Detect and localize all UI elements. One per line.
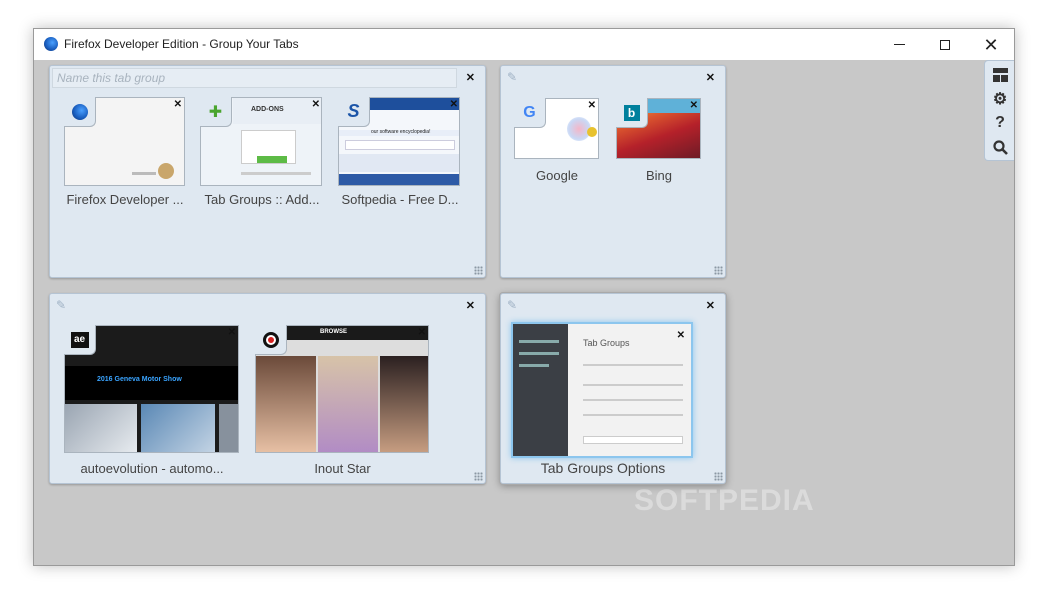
tab-item[interactable]: ADD-ONS ✚ ✕ Tab Groups :: Add... <box>200 97 324 212</box>
tab-close-icon[interactable]: ✕ <box>174 99 182 110</box>
minimize-button[interactable] <box>876 29 922 60</box>
softpedia-icon: S <box>338 97 370 127</box>
firefox-icon <box>64 97 96 127</box>
tab-item[interactable]: ✕ Firefox Developer ... <box>64 97 186 212</box>
tab-close-icon[interactable]: ✕ <box>690 100 698 111</box>
inoutstar-icon <box>255 325 287 355</box>
group-resize-handle[interactable] <box>714 266 723 275</box>
autoevolution-headline: 2016 Geneva Motor Show <box>97 376 182 383</box>
tab-item[interactable]: G ✕ Google <box>514 98 600 188</box>
tab-item[interactable]: 2016 Geneva Motor Show ae ✕ autoevolutio… <box>64 325 240 480</box>
close-icon: ✕ <box>983 34 999 55</box>
tab-item[interactable]: b ✕ Bing <box>616 98 702 188</box>
close-button[interactable]: ✕ <box>968 29 1014 60</box>
search-icon[interactable] <box>992 139 1008 155</box>
group-close-icon[interactable]: ✕ <box>466 299 475 312</box>
side-toolbar: ⚙ ? <box>984 60 1014 161</box>
tab-label: Softpedia - Free D... <box>341 192 459 207</box>
tab-item[interactable]: Tab Groups ✕ Tab Groups Options <box>511 322 695 477</box>
gear-icon[interactable]: ⚙ <box>992 91 1008 108</box>
tab-group[interactable]: ✎ ✕ 2016 Geneva Motor Show ae ✕ autoevol… <box>49 293 486 484</box>
maximize-button[interactable] <box>922 29 968 60</box>
groups-icon[interactable] <box>992 67 1008 83</box>
tab-group[interactable]: ✎ ✕ Tab Groups ✕ Tab Groups Options <box>500 293 726 484</box>
group-close-icon[interactable]: ✕ <box>466 71 475 84</box>
minimize-icon <box>893 44 905 45</box>
group-name-input[interactable]: Name this tab group <box>52 68 457 88</box>
tab-close-icon[interactable]: ✕ <box>588 100 596 111</box>
softpedia-header-text: our software encyclopedia! <box>371 129 431 135</box>
tab-label: Tab Groups Options <box>540 460 666 476</box>
puzzle-icon: ✚ <box>200 97 232 127</box>
group-resize-handle[interactable] <box>474 266 483 275</box>
maximize-icon <box>940 39 950 50</box>
tab-label: Google <box>536 168 578 183</box>
firefox-icon <box>44 37 58 51</box>
browser-window: Firefox Developer Edition - Group Your T… <box>33 28 1015 566</box>
tab-close-icon[interactable]: ✕ <box>677 330 685 341</box>
tab-close-icon[interactable]: ✕ <box>228 327 236 338</box>
group-resize-handle[interactable] <box>474 472 483 481</box>
options-page-title: Tab Groups <box>583 338 630 348</box>
group-close-icon[interactable]: ✕ <box>706 71 715 84</box>
addons-header-text: ADD-ONS <box>251 106 284 113</box>
tab-close-icon[interactable]: ✕ <box>312 99 320 110</box>
watermark: SOFTPEDIA <box>634 484 815 517</box>
tab-groups-canvas[interactable]: Name this tab group ✕ ✕ Firefox Develope… <box>34 60 1014 565</box>
tab-close-icon[interactable]: ✕ <box>418 327 426 338</box>
tab-item[interactable]: our software encyclopedia! S ✕ Softpedia… <box>338 97 462 212</box>
group-close-icon[interactable]: ✕ <box>706 299 715 312</box>
group-resize-handle[interactable] <box>714 472 723 481</box>
pencil-icon[interactable]: ✎ <box>507 70 517 84</box>
tab-label: autoevolution - automo... <box>80 461 224 476</box>
tab-label: Inout Star <box>314 461 371 476</box>
bing-icon: b <box>616 98 648 128</box>
google-icon: G <box>514 98 546 128</box>
tab-group[interactable]: ✎ ✕ G ✕ Google b ✕ Bing <box>500 65 726 278</box>
tab-label: Tab Groups :: Add... <box>204 192 320 207</box>
tab-close-icon[interactable]: ✕ <box>450 99 458 110</box>
help-icon[interactable]: ? <box>992 114 1008 131</box>
tab-label: Firefox Developer ... <box>66 192 184 207</box>
tab-item[interactable]: BROWSE ✕ Inout Star <box>255 325 430 480</box>
pencil-icon[interactable]: ✎ <box>56 298 66 312</box>
tab-group[interactable]: Name this tab group ✕ ✕ Firefox Develope… <box>49 65 486 278</box>
pencil-icon[interactable]: ✎ <box>507 298 517 312</box>
window-title: Firefox Developer Edition - Group Your T… <box>64 37 299 51</box>
tab-label: Bing <box>645 168 673 183</box>
autoevolution-icon: ae <box>64 325 96 355</box>
title-bar: Firefox Developer Edition - Group Your T… <box>34 29 1014 60</box>
inoutstar-browse: BROWSE <box>320 329 347 335</box>
tab-thumbnail[interactable]: Tab Groups <box>511 322 693 458</box>
